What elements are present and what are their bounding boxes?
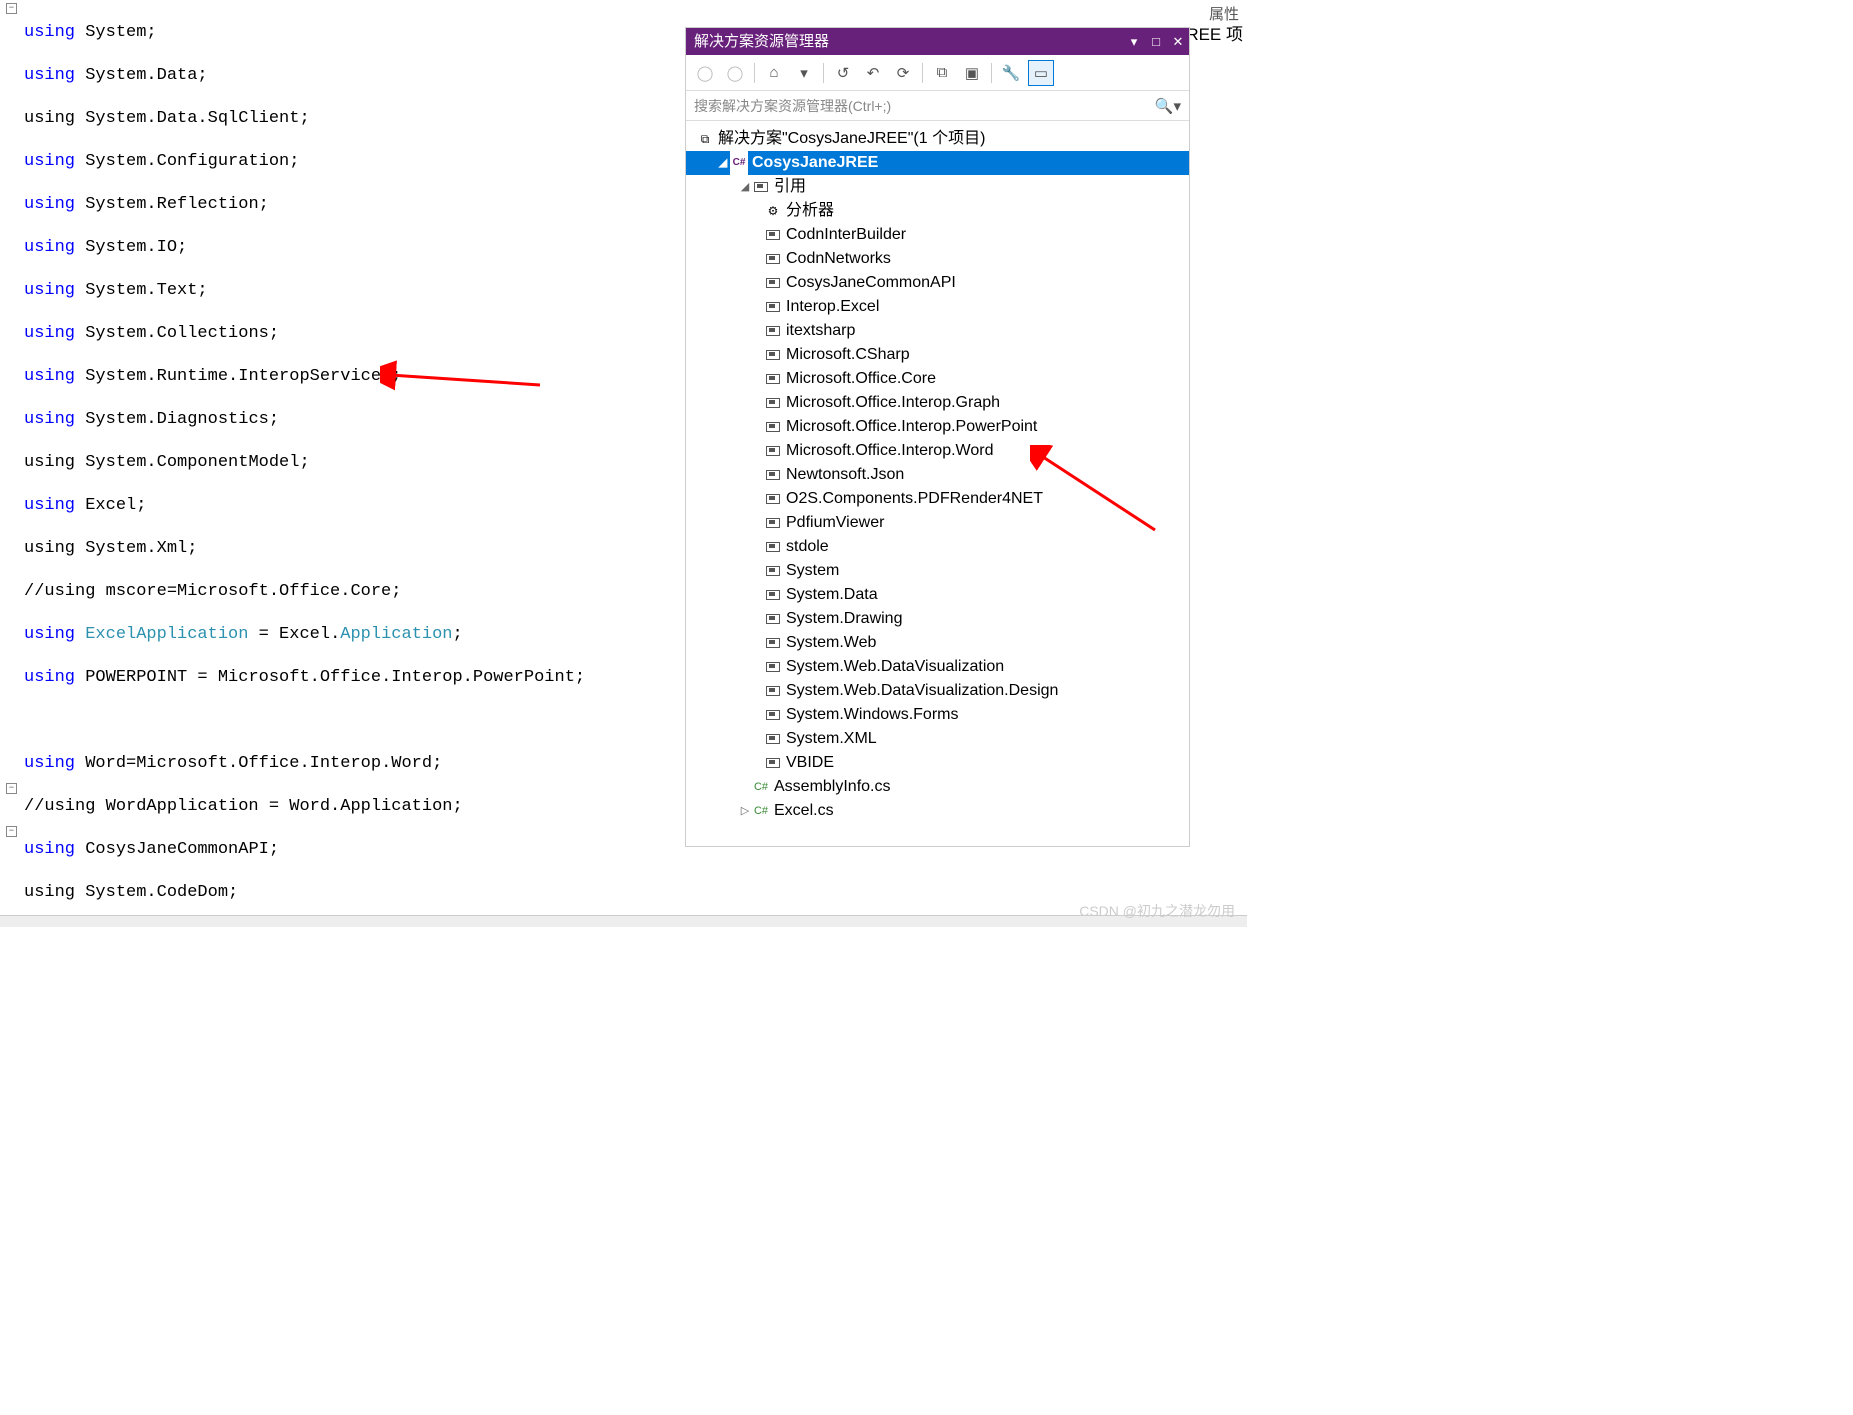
reference-icon [764, 422, 782, 432]
reference-item[interactable]: System.Web [686, 631, 1189, 655]
expand-icon[interactable]: ▷ [738, 799, 752, 823]
csharp-project-icon: C# [730, 150, 748, 176]
csharp-file-icon: C# [752, 799, 770, 823]
panel-search[interactable]: 搜索解决方案资源管理器(Ctrl+;) 🔍▾ [686, 91, 1189, 121]
reference-item[interactable]: CodnNetworks [686, 247, 1189, 271]
reference-item[interactable]: System.Web.DataVisualization [686, 655, 1189, 679]
reference-icon [764, 302, 782, 312]
reference-item[interactable]: Microsoft.Office.Interop.PowerPoint [686, 415, 1189, 439]
file-item[interactable]: ▷C#Excel.cs [686, 799, 1189, 823]
reference-icon [764, 374, 782, 384]
panel-toolbar: ◯ ◯ ⌂ ▾ ↺ ↶ ⟳ ⧉ ▣ 🔧 ▭ [686, 55, 1189, 91]
reference-item[interactable]: System [686, 559, 1189, 583]
reference-icon [764, 254, 782, 264]
reference-item[interactable]: Newtonsoft.Json [686, 463, 1189, 487]
reference-item[interactable]: Microsoft.Office.Interop.Word [686, 439, 1189, 463]
reference-item[interactable]: Microsoft.Office.Interop.Graph [686, 391, 1189, 415]
reference-item[interactable]: itextsharp [686, 319, 1189, 343]
reference-item[interactable]: System.Web.DataVisualization.Design [686, 679, 1189, 703]
reference-icon [764, 230, 782, 240]
reference-item[interactable]: CosysJaneCommonAPI [686, 271, 1189, 295]
home-button[interactable]: ⌂ [761, 60, 787, 86]
references-icon [752, 182, 770, 192]
dropdown-icon[interactable]: ▾ [1123, 31, 1145, 53]
maximize-icon[interactable]: □ [1145, 31, 1167, 53]
reference-item[interactable]: System.XML [686, 727, 1189, 751]
search-icon[interactable]: 🔍▾ [1155, 97, 1181, 115]
reference-item[interactable]: Microsoft.CSharp [686, 343, 1189, 367]
collapse-all-button[interactable]: ⧉ [929, 60, 955, 86]
reference-icon [764, 734, 782, 744]
code-body: using System; using System.Data; using S… [24, 0, 585, 920]
reference-icon [764, 494, 782, 504]
reference-icon [764, 686, 782, 696]
panel-title-bar[interactable]: 解决方案资源管理器 ▾ □ ✕ [686, 28, 1189, 55]
reference-item[interactable]: VBIDE [686, 751, 1189, 775]
back-button[interactable]: ◯ [692, 60, 718, 86]
search-placeholder: 搜索解决方案资源管理器(Ctrl+;) [694, 96, 891, 116]
history-button[interactable]: ↺ [830, 60, 856, 86]
reference-icon [764, 398, 782, 408]
reference-icon [764, 758, 782, 768]
reference-item[interactable]: System.Drawing [686, 607, 1189, 631]
reference-item[interactable]: System.Data [686, 583, 1189, 607]
reference-icon [764, 590, 782, 600]
watermark: CSDN @初九之潜龙勿用 [1079, 901, 1235, 921]
references-node[interactable]: ◢ 引用 [686, 175, 1189, 199]
csharp-file-icon: C# [752, 775, 770, 799]
file-item[interactable]: C#AssemblyInfo.cs [686, 775, 1189, 799]
reference-icon [764, 470, 782, 480]
analyzers-node[interactable]: ⚙ 分析器 [686, 199, 1189, 223]
preview-button[interactable]: ▭ [1028, 60, 1054, 86]
reference-icon [764, 446, 782, 456]
reference-icon [764, 350, 782, 360]
collapse-icon[interactable]: − [6, 826, 17, 837]
expand-icon[interactable]: ◢ [738, 175, 752, 199]
collapse-icon[interactable]: − [6, 783, 17, 794]
reference-icon [764, 326, 782, 336]
reference-item[interactable]: System.Windows.Forms [686, 703, 1189, 727]
footer-bar [0, 915, 1247, 927]
collapse-icon[interactable]: − [6, 3, 17, 14]
expand-icon[interactable]: ◢ [716, 151, 730, 175]
forward-button[interactable]: ◯ [722, 60, 748, 86]
code-gutter: − − − [0, 0, 22, 920]
undo-button[interactable]: ↶ [860, 60, 886, 86]
reference-icon [764, 662, 782, 672]
reference-icon [764, 566, 782, 576]
reference-item[interactable]: PdfiumViewer [686, 511, 1189, 535]
reference-item[interactable]: O2S.Components.PDFRender4NET [686, 487, 1189, 511]
show-all-button[interactable]: ▣ [959, 60, 985, 86]
code-editor[interactable]: − − − using System; using System.Data; u… [0, 0, 685, 920]
reference-icon [764, 278, 782, 288]
reference-icon [764, 614, 782, 624]
properties-button[interactable]: 🔧 [998, 60, 1024, 86]
reference-icon [764, 518, 782, 528]
solution-tree[interactable]: ⧉ 解决方案"CosysJaneJREE"(1 个项目) ◢ C# CosysJ… [686, 121, 1189, 829]
project-node[interactable]: ◢ C# CosysJaneJREE [686, 151, 1189, 175]
analyzers-icon: ⚙ [764, 199, 782, 223]
reference-item[interactable]: Microsoft.Office.Core [686, 367, 1189, 391]
solution-filter-button[interactable]: ▾ [791, 60, 817, 86]
reference-item[interactable]: CodnInterBuilder [686, 223, 1189, 247]
reference-icon [764, 710, 782, 720]
solution-node[interactable]: ⧉ 解决方案"CosysJaneJREE"(1 个项目) [686, 127, 1189, 151]
refresh-button[interactable]: ⟳ [890, 60, 916, 86]
reference-item[interactable]: Interop.Excel [686, 295, 1189, 319]
solution-explorer-panel: 解决方案资源管理器 ▾ □ ✕ ◯ ◯ ⌂ ▾ ↺ ↶ ⟳ ⧉ ▣ 🔧 ▭ 搜索… [685, 27, 1190, 847]
reference-icon [764, 542, 782, 552]
close-icon[interactable]: ✕ [1167, 31, 1189, 53]
reference-item[interactable]: stdole [686, 535, 1189, 559]
reference-icon [764, 638, 782, 648]
solution-icon: ⧉ [696, 127, 714, 151]
panel-title: 解决方案资源管理器 [694, 28, 829, 55]
